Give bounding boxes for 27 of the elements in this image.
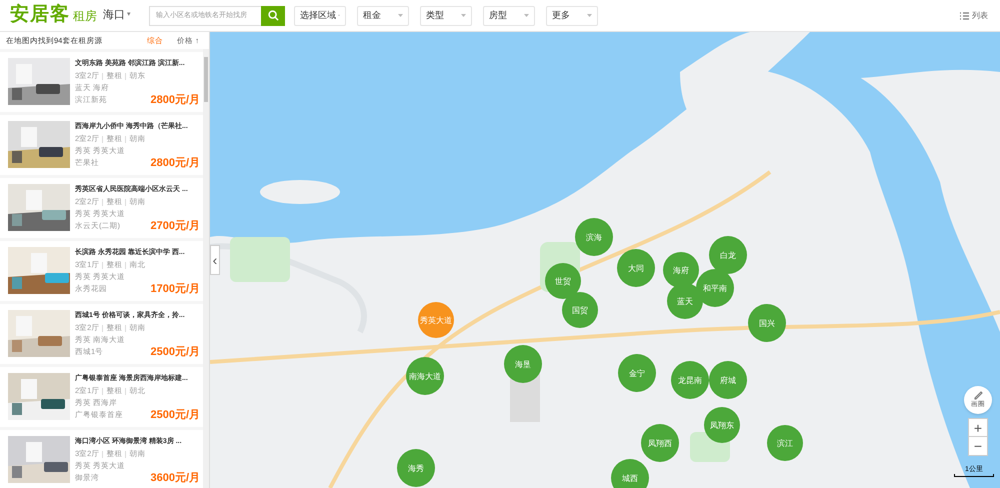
listing-price: 2500元/月 [150,409,200,421]
pencil-icon [973,390,983,400]
listing-price: 1700元/月 [150,283,200,295]
listing-price: 2500元/月 [150,346,200,358]
filter-dropdown[interactable]: 房型 [483,6,535,26]
list-icon [960,12,969,20]
listing-price: 2800元/月 [150,157,200,169]
zoom-in-button[interactable]: + [969,419,987,437]
list-view-button[interactable]: 列表 [960,10,988,22]
caret-icon [398,14,403,17]
filter-dropdown[interactable]: 更多 [546,6,598,26]
search-button[interactable] [261,6,285,26]
listing-price: 2800元/月 [150,94,200,106]
scrollbar[interactable] [203,49,209,488]
channel-label: 租房 [73,8,97,24]
search-icon [268,10,278,21]
filter-dropdown[interactable]: 类型 [420,6,472,26]
scale-bar [954,474,994,477]
caret-icon [461,14,466,17]
filter-dropdown[interactable]: 选择区域 [294,6,346,26]
caret-icon [524,14,529,17]
collapse-handle[interactable]: ‹ [210,245,220,275]
listing-price: 2700元/月 [150,220,200,232]
listing-price: 3600元/月 [150,472,200,484]
caret-icon [587,14,592,17]
filter-dropdown[interactable]: 租金 [357,6,409,26]
zoom-out-button[interactable]: − [969,437,987,455]
